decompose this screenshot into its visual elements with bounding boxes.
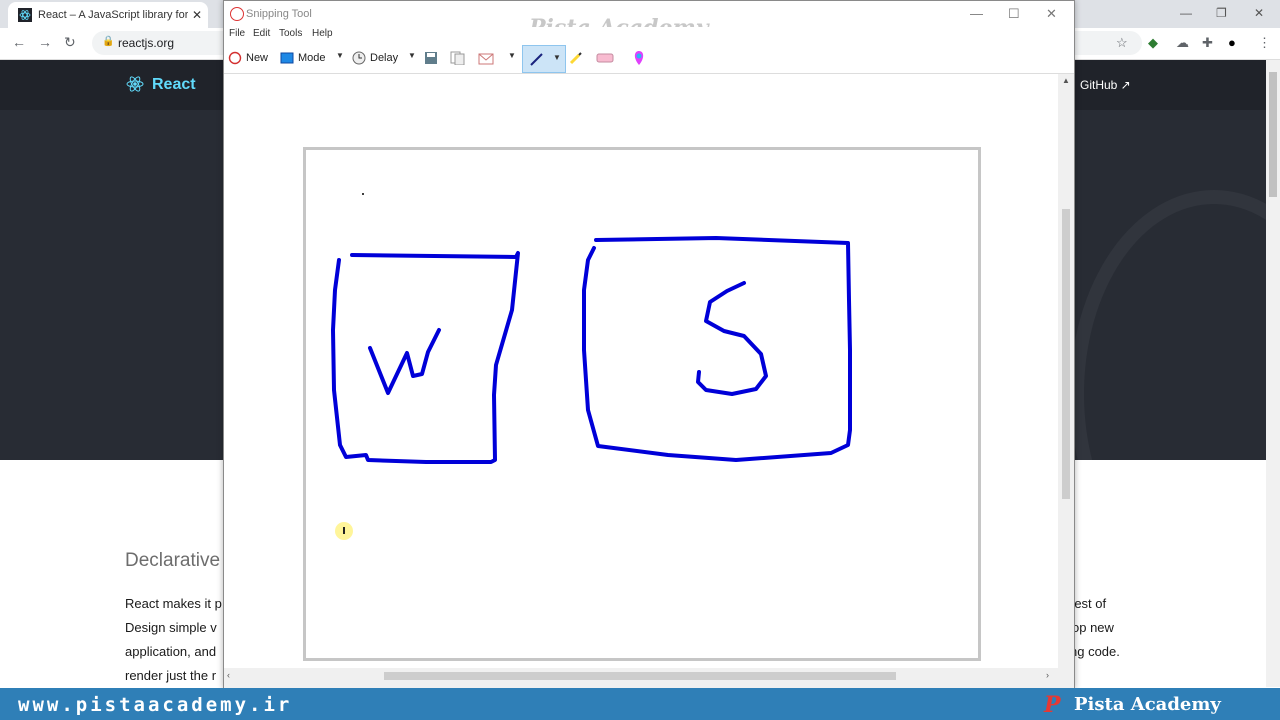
- save-icon[interactable]: [424, 51, 438, 65]
- mode-dropdown-icon[interactable]: ▼: [336, 51, 344, 60]
- browser-maximize-button[interactable]: ❐: [1216, 6, 1227, 20]
- delay-dropdown-icon[interactable]: ▼: [408, 51, 416, 60]
- reload-icon[interactable]: ↻: [64, 34, 76, 51]
- eraser-icon[interactable]: [596, 52, 614, 64]
- mode-icon: [280, 52, 294, 64]
- maximize-button[interactable]: ☐: [1008, 6, 1020, 22]
- paragraph-line: ng code.: [1070, 644, 1120, 659]
- letter-s: [696, 281, 768, 396]
- banner-brand: Pista Academy: [1074, 694, 1221, 715]
- canvas-horizontal-scrollbar[interactable]: ‹ ›: [224, 668, 1058, 684]
- browser-close-button[interactable]: ✕: [1254, 6, 1264, 20]
- tab-close-icon[interactable]: ✕: [192, 8, 202, 22]
- extensions-puzzle-icon[interactable]: ✚: [1202, 35, 1213, 51]
- extension-icon[interactable]: ◆: [1148, 35, 1158, 51]
- box-w: [331, 251, 520, 464]
- paragraph-line: rest of: [1070, 596, 1107, 611]
- minimize-button[interactable]: —: [970, 6, 983, 21]
- new-label: New: [246, 52, 269, 64]
- scroll-right-icon[interactable]: ›: [1046, 670, 1049, 680]
- github-link[interactable]: GitHub ↗: [1080, 78, 1131, 92]
- menu-file[interactable]: File: [229, 28, 245, 39]
- snip-canvas-area: [224, 74, 1058, 668]
- pen-icon: [530, 53, 543, 66]
- react-favicon-icon: [18, 8, 32, 22]
- snipping-tool-app-icon: [230, 7, 244, 21]
- new-snip-icon: [228, 51, 242, 65]
- mode-button[interactable]: Mode: [280, 49, 326, 67]
- paragraph-line: op new: [1072, 620, 1114, 635]
- new-button[interactable]: New: [228, 49, 268, 67]
- letter-w: [368, 328, 441, 395]
- hero-decoration: [1070, 190, 1266, 460]
- menu-help[interactable]: Help: [312, 28, 333, 39]
- pen-tool-button[interactable]: ▼: [522, 45, 566, 73]
- snipping-tool-window: Snipping Tool Pista Academy — ☐ ✕ File E…: [223, 0, 1075, 689]
- url-text: reactjs.org: [118, 36, 175, 50]
- forward-icon[interactable]: →: [38, 34, 52, 50]
- delay-label: Delay: [370, 52, 399, 64]
- react-logo-icon[interactable]: [125, 74, 145, 94]
- site-brand-link[interactable]: React: [152, 76, 196, 94]
- box-s: [582, 236, 852, 462]
- pen-dropdown-icon[interactable]: ▼: [553, 53, 561, 62]
- banner-website: www.pistaacademy.ir: [18, 694, 293, 716]
- cursor-icon: [343, 527, 345, 534]
- menu-edit[interactable]: Edit: [253, 28, 270, 39]
- canvas-vertical-scrollbar[interactable]: ▲: [1058, 74, 1074, 668]
- snipping-tool-titlebar: Snipping Tool Pista Academy — ☐ ✕: [224, 1, 1074, 41]
- paragraph-line: Design simple v: [125, 620, 217, 635]
- menu-kebab-icon[interactable]: ⋮: [1258, 35, 1271, 51]
- mouse-cursor-highlight: [335, 522, 353, 540]
- paragraph-line: React makes it p: [125, 596, 222, 611]
- bottom-banner: www.pistaacademy.ir P Pista Academy: [0, 688, 1280, 720]
- avatar[interactable]: ●: [1228, 35, 1236, 50]
- send-email-icon[interactable]: [478, 51, 496, 65]
- send-dropdown-icon[interactable]: ▼: [508, 51, 516, 60]
- back-icon[interactable]: ←: [12, 34, 26, 50]
- menu-bar: File Edit Tools Help: [224, 27, 1074, 43]
- clock-icon: [352, 51, 366, 65]
- tab-title: React – A JavaScript library for bu: [38, 9, 188, 21]
- bookmark-star-icon[interactable]: ☆: [1116, 35, 1128, 51]
- cloud-extension-icon[interactable]: ☁: [1176, 35, 1189, 51]
- copy-icon[interactable]: [450, 51, 466, 65]
- snipping-toolbar: New Mode ▼ Delay ▼ ▼: [224, 43, 1074, 74]
- paragraph-line: application, and: [125, 644, 217, 659]
- browser-minimize-button[interactable]: —: [1180, 6, 1192, 20]
- ink-drawing[interactable]: [306, 150, 972, 652]
- close-button[interactable]: ✕: [1046, 6, 1057, 22]
- ink-dot: [362, 193, 364, 195]
- window-title: Snipping Tool: [246, 8, 312, 20]
- pista-logo-icon: P: [1044, 692, 1061, 718]
- canvas-hscroll-thumb[interactable]: [384, 672, 896, 680]
- lock-icon: 🔒: [102, 36, 115, 47]
- delay-button[interactable]: Delay: [352, 49, 398, 67]
- canvas-vscroll-thumb[interactable]: [1062, 209, 1070, 499]
- page-scrollbar[interactable]: [1266, 60, 1280, 687]
- browser-tab[interactable]: React – A JavaScript library for bu ✕: [8, 2, 208, 28]
- page-scrollbar-thumb[interactable]: [1269, 72, 1277, 197]
- scroll-up-icon[interactable]: ▲: [1062, 76, 1070, 85]
- highlighter-icon[interactable]: [568, 50, 584, 66]
- mode-label: Mode: [298, 52, 326, 64]
- captured-snip[interactable]: [303, 147, 981, 661]
- paint3d-icon[interactable]: [632, 50, 646, 66]
- section-title: Declarative: [125, 550, 221, 571]
- paragraph-line: render just the r: [125, 668, 217, 683]
- menu-tools[interactable]: Tools: [279, 28, 302, 39]
- scroll-left-icon[interactable]: ‹: [227, 670, 230, 680]
